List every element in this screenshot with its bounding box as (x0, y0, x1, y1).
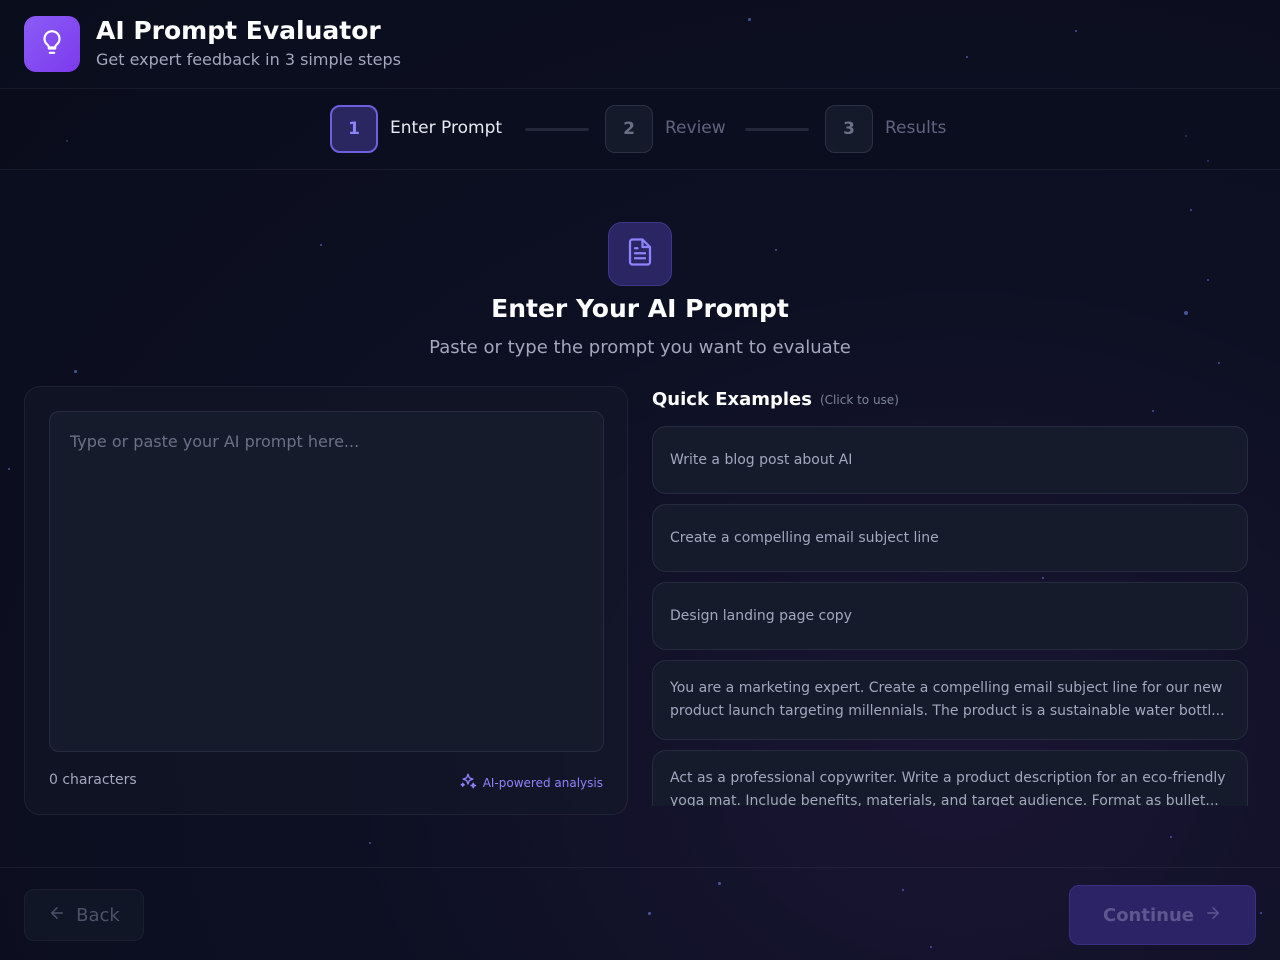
sparkles-icon (459, 772, 477, 793)
continue-button[interactable]: Continue (1069, 885, 1256, 945)
examples-heading: Quick Examples (652, 389, 812, 410)
document-icon (625, 237, 655, 271)
step-connector (745, 128, 809, 131)
step-2-label: Review (665, 118, 726, 138)
step-1-indicator[interactable]: 1 (330, 105, 378, 153)
prompt-editor-card: 0 characters AI-powered analysis (24, 386, 628, 815)
ai-badge-label: AI-powered analysis (482, 775, 603, 790)
example-text: Design landing page copy (670, 608, 852, 624)
step-1-label: Enter Prompt (390, 118, 503, 138)
star-dot (8, 468, 10, 470)
star-dot (1207, 279, 1209, 281)
example-text: Act as a professional copywriter. Write … (670, 770, 1226, 806)
step-2-indicator[interactable]: 2 (605, 105, 653, 153)
examples-list[interactable]: Write a blog post about AI Create a comp… (652, 426, 1248, 806)
star-dot (775, 249, 777, 251)
star-dot (369, 842, 371, 844)
page-subtitle: Paste or type the prompt you want to eva… (429, 337, 851, 358)
step-3-indicator[interactable]: 3 (825, 105, 873, 153)
examples-hint: (Click to use) (820, 393, 899, 407)
example-card[interactable]: Create a compelling email subject line (652, 504, 1248, 572)
star-dot (1152, 410, 1154, 412)
back-button-label: Back (76, 904, 120, 926)
app-logo (24, 16, 80, 72)
arrow-right-icon (1204, 904, 1222, 927)
example-text: Write a blog post about AI (670, 452, 853, 468)
example-card[interactable]: Design landing page copy (652, 582, 1248, 650)
section-icon-badge (608, 222, 672, 286)
example-text: Create a compelling email subject line (670, 530, 939, 546)
star-dot (74, 370, 77, 373)
example-card[interactable]: Write a blog post about AI (652, 426, 1248, 494)
prompt-textarea[interactable] (49, 411, 604, 752)
star-dot (1218, 362, 1220, 364)
continue-button-label: Continue (1102, 904, 1194, 926)
step-3-label: Results (885, 118, 947, 138)
ai-analysis-badge: AI-powered analysis (459, 772, 603, 793)
example-card[interactable]: Act as a professional copywriter. Write … (652, 750, 1248, 806)
back-button[interactable]: Back (24, 889, 144, 941)
arrow-left-icon (48, 904, 66, 927)
star-dot (320, 244, 322, 246)
app-subtitle: Get expert feedback in 3 simple steps (96, 50, 401, 69)
progress-stepper: 1 Enter Prompt 2 Review 3 Results (0, 89, 1280, 170)
app-title: AI Prompt Evaluator (96, 16, 381, 45)
app-header: AI Prompt Evaluator Get expert feedback … (0, 0, 1280, 89)
star-dot (1170, 836, 1172, 838)
star-dot (1190, 209, 1192, 211)
character-count: 0 characters (49, 772, 137, 788)
lightbulb-icon (39, 29, 65, 59)
step-connector (525, 128, 589, 131)
page-title: Enter Your AI Prompt (491, 294, 789, 323)
example-card[interactable]: You are a marketing expert. Create a com… (652, 660, 1248, 740)
footer-bar: Back Continue (0, 867, 1280, 960)
example-text: You are a marketing expert. Create a com… (670, 680, 1225, 719)
